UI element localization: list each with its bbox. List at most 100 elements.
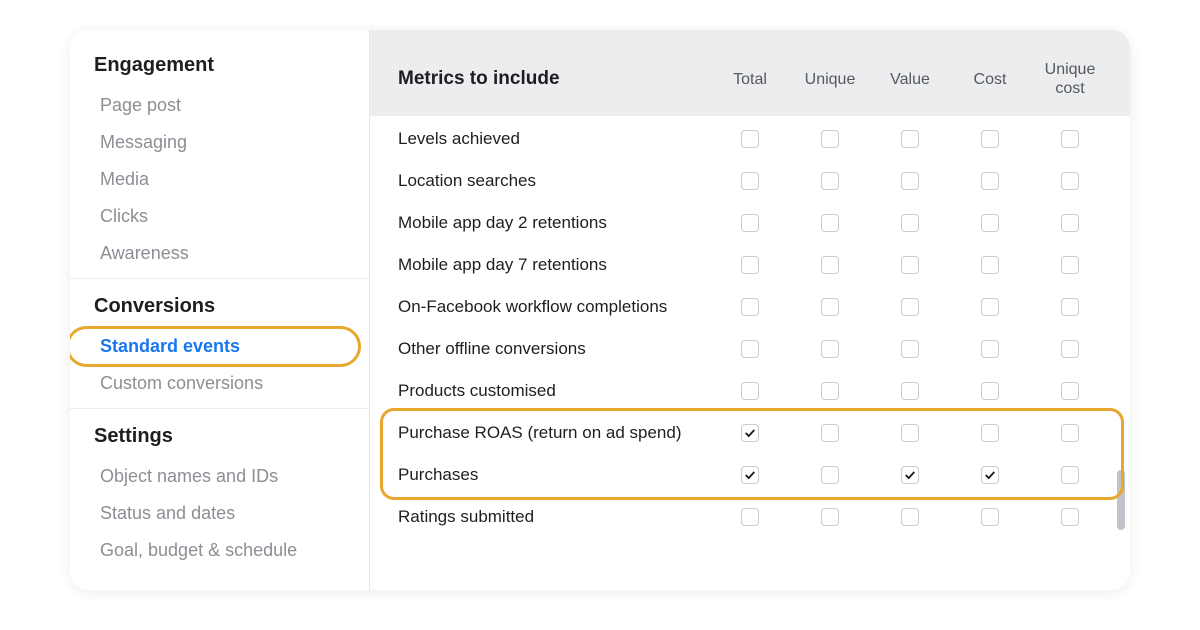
sidebar-item-standard-events[interactable]: Standard events xyxy=(70,328,369,365)
metric-label: Levels achieved xyxy=(398,129,708,149)
sidebar-item-custom-conversions[interactable]: Custom conversions xyxy=(70,365,369,402)
checkbox-cell xyxy=(952,214,1028,232)
metric-label: Purchases xyxy=(398,465,708,485)
checkbox[interactable] xyxy=(901,214,919,232)
header-col-unique-cost: Unique cost xyxy=(1032,60,1108,98)
checkbox[interactable] xyxy=(741,256,759,274)
checkbox[interactable] xyxy=(981,130,999,148)
table-body: Levels achievedLocation searchesMobile a… xyxy=(370,116,1130,590)
checkbox[interactable] xyxy=(901,256,919,274)
checkbox[interactable] xyxy=(821,214,839,232)
checkbox-cell xyxy=(792,214,868,232)
highlight-outline xyxy=(70,326,361,367)
checkbox-cell xyxy=(792,466,868,484)
checkbox[interactable] xyxy=(1061,424,1079,442)
checkbox[interactable] xyxy=(981,340,999,358)
sidebar-item-page-post[interactable]: Page post xyxy=(70,87,369,124)
checkbox[interactable] xyxy=(741,424,759,442)
checkbox[interactable] xyxy=(821,172,839,190)
checkbox[interactable] xyxy=(981,298,999,316)
checkbox[interactable] xyxy=(981,256,999,274)
checkbox[interactable] xyxy=(1061,382,1079,400)
checkbox[interactable] xyxy=(821,424,839,442)
checkbox[interactable] xyxy=(1061,298,1079,316)
scrollbar-thumb[interactable] xyxy=(1117,470,1125,530)
metric-label: Products customised xyxy=(398,381,708,401)
checkbox[interactable] xyxy=(821,298,839,316)
checkbox[interactable] xyxy=(741,508,759,526)
checkbox[interactable] xyxy=(741,172,759,190)
checkbox-cell xyxy=(952,340,1028,358)
metric-label: Purchase ROAS (return on ad spend) xyxy=(398,423,708,443)
checkbox[interactable] xyxy=(1061,172,1079,190)
checkbox-cell xyxy=(792,172,868,190)
checkbox[interactable] xyxy=(741,382,759,400)
checkbox[interactable] xyxy=(821,256,839,274)
checkbox[interactable] xyxy=(821,130,839,148)
checkbox[interactable] xyxy=(741,466,759,484)
checkbox-cell xyxy=(952,382,1028,400)
checkbox[interactable] xyxy=(981,466,999,484)
checkbox-cell xyxy=(792,298,868,316)
checkbox[interactable] xyxy=(1061,508,1079,526)
sidebar-group-title: Conversions xyxy=(70,289,369,328)
header-col-cost: Cost xyxy=(952,70,1028,89)
checkbox[interactable] xyxy=(901,424,919,442)
checkbox[interactable] xyxy=(901,130,919,148)
checkbox-cell xyxy=(1032,340,1108,358)
checkbox-cell xyxy=(792,130,868,148)
metric-label: On-Facebook workflow completions xyxy=(398,297,708,317)
table-row: Purchase ROAS (return on ad spend) xyxy=(398,412,1108,454)
checkbox-cell xyxy=(872,466,948,484)
checkbox-cell xyxy=(712,466,788,484)
checkbox[interactable] xyxy=(821,466,839,484)
sidebar-item-messaging[interactable]: Messaging xyxy=(70,124,369,161)
checkbox[interactable] xyxy=(901,466,919,484)
main-content: Metrics to include Total Unique Value Co… xyxy=(370,30,1130,590)
checkbox[interactable] xyxy=(1061,214,1079,232)
checkbox[interactable] xyxy=(1061,256,1079,274)
checkbox[interactable] xyxy=(821,508,839,526)
checkbox-cell xyxy=(952,298,1028,316)
checkbox[interactable] xyxy=(981,382,999,400)
checkbox-cell xyxy=(712,424,788,442)
table-row: Other offline conversions xyxy=(398,328,1108,370)
checkbox[interactable] xyxy=(901,298,919,316)
metric-label: Ratings submitted xyxy=(398,507,708,527)
sidebar-item-object-names-and-ids[interactable]: Object names and IDs xyxy=(70,458,369,495)
checkbox[interactable] xyxy=(821,340,839,358)
checkbox[interactable] xyxy=(821,382,839,400)
checkbox-cell xyxy=(712,508,788,526)
checkbox[interactable] xyxy=(741,298,759,316)
checkbox[interactable] xyxy=(741,340,759,358)
checkbox[interactable] xyxy=(901,382,919,400)
checkbox[interactable] xyxy=(981,172,999,190)
checkbox[interactable] xyxy=(901,172,919,190)
checkbox-cell xyxy=(872,214,948,232)
checkbox[interactable] xyxy=(901,340,919,358)
header-metric-label: Metrics to include xyxy=(398,68,708,90)
checkbox[interactable] xyxy=(1061,466,1079,484)
table-header: Metrics to include Total Unique Value Co… xyxy=(370,30,1130,116)
sidebar-item-awareness[interactable]: Awareness xyxy=(70,235,369,272)
checkbox[interactable] xyxy=(1061,130,1079,148)
checkbox[interactable] xyxy=(981,214,999,232)
sidebar-item-status-and-dates[interactable]: Status and dates xyxy=(70,495,369,532)
metric-label: Mobile app day 2 retentions xyxy=(398,213,708,233)
checkbox-cell xyxy=(872,130,948,148)
sidebar-item-clicks[interactable]: Clicks xyxy=(70,198,369,235)
table-row: Purchases xyxy=(398,454,1108,496)
checkbox-cell xyxy=(952,172,1028,190)
sidebar-item-media[interactable]: Media xyxy=(70,161,369,198)
checkbox[interactable] xyxy=(981,508,999,526)
sidebar-item-goal-budget-schedule[interactable]: Goal, budget & schedule xyxy=(70,532,369,569)
checkbox-cell xyxy=(872,256,948,274)
checkbox[interactable] xyxy=(901,508,919,526)
checkbox-cell xyxy=(792,382,868,400)
checkbox[interactable] xyxy=(741,130,759,148)
checkbox-cell xyxy=(1032,508,1108,526)
checkbox[interactable] xyxy=(1061,340,1079,358)
sidebar-group: EngagementPage postMessagingMediaClicksA… xyxy=(70,48,369,279)
checkbox[interactable] xyxy=(981,424,999,442)
checkbox[interactable] xyxy=(741,214,759,232)
